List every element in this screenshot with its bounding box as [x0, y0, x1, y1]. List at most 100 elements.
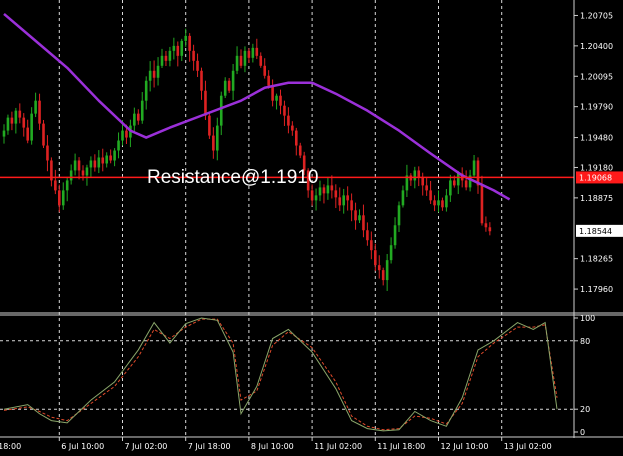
candle-body [330, 185, 334, 191]
candle-body [271, 85, 274, 101]
y-tick-label: 1.18875 [580, 194, 613, 203]
candle-body [6, 117, 10, 131]
candle-body [334, 190, 338, 198]
candle-body [421, 177, 424, 186]
candle-body [54, 180, 57, 191]
candle-body [401, 190, 405, 206]
candle-body [113, 150, 116, 161]
x-tick-label: 7 Jul 18:00 [188, 442, 231, 451]
candle-body [370, 240, 373, 251]
candle-body [350, 200, 353, 211]
candle-body [61, 190, 65, 206]
candle-body [10, 117, 14, 124]
x-tick-label: 11 Jul 18:00 [377, 442, 425, 451]
y-tick-label: 1.20705 [580, 11, 613, 20]
candle-body [200, 70, 203, 91]
candle-body [164, 55, 168, 61]
candle-body [298, 145, 302, 156]
candle-body [168, 50, 172, 61]
candle-body [77, 160, 81, 171]
candle-body [362, 215, 365, 231]
candle-body [231, 70, 235, 91]
candle-body [397, 205, 401, 226]
candle-body [326, 185, 330, 194]
stochastic-tick-label: 0 [580, 428, 585, 437]
candle-body [137, 113, 140, 121]
candle-body [109, 155, 112, 161]
candle-body [34, 100, 37, 114]
candle-body [445, 195, 448, 208]
candle-body [156, 65, 160, 78]
y-tick-label: 1.19790 [580, 103, 613, 112]
candle-body [322, 187, 326, 194]
resistance-annotation: Resistance@1.1910 [147, 167, 318, 188]
candle-body [46, 145, 49, 161]
candle-body [425, 185, 428, 191]
candle-body [488, 227, 492, 232]
candle-body [243, 50, 247, 66]
chart-background [0, 0, 623, 456]
candle-body [441, 200, 444, 208]
candle-body [227, 80, 231, 91]
candle-body [484, 223, 488, 228]
candle-body [267, 75, 270, 86]
candle-body [216, 125, 219, 151]
candle-body [310, 190, 314, 201]
candle-body [291, 125, 294, 131]
candle-body [413, 170, 417, 181]
y-tick-label: 1.18265 [580, 255, 613, 264]
x-tick-label: 6 Jul 10:00 [61, 442, 104, 451]
candle-body [480, 185, 484, 224]
candle-body [204, 90, 207, 116]
candle-body [385, 260, 389, 281]
y-tick-label: 1.20095 [580, 72, 613, 81]
candle-body [453, 180, 456, 186]
resistance-tag-label: 1.19068 [579, 173, 612, 182]
candle-body [85, 167, 89, 176]
x-tick-label: 8 Jul 10:00 [251, 442, 294, 451]
x-tick-label: 11 Jul 02:00 [314, 442, 362, 451]
y-tick-label: 1.19480 [580, 134, 613, 143]
candle-body [22, 117, 26, 128]
candle-body [42, 123, 45, 146]
candle-body [30, 113, 33, 141]
candle-body [18, 110, 22, 118]
current-price-label: 1.18544 [579, 227, 612, 236]
candle-body [219, 95, 223, 126]
candle-body [318, 187, 322, 196]
candle-body [295, 130, 298, 146]
candle-body [239, 55, 243, 66]
candle-body [449, 180, 452, 196]
candle-body [2, 130, 6, 137]
candle-body [140, 100, 144, 121]
price-chart: 1.19068 Resistance@1.1910 10080200 18:00… [0, 0, 623, 456]
candle-body [89, 160, 93, 168]
candle-body [152, 70, 156, 78]
candle-body [366, 230, 369, 241]
candle-body [26, 127, 29, 141]
candle-body [377, 265, 381, 271]
candle-body [81, 170, 85, 176]
candle-body [283, 105, 286, 116]
stochastic-tick-label: 80 [580, 337, 590, 346]
candle-body [101, 157, 105, 164]
candle-body [105, 155, 108, 164]
x-tick-label: 13 Jul 02:00 [504, 442, 552, 451]
candle-body [381, 270, 385, 281]
candle-body [279, 95, 282, 106]
candle-body [251, 47, 255, 58]
candle-body [223, 80, 227, 96]
candle-body [393, 225, 397, 246]
x-tick-label: 12 Jul 10:00 [441, 442, 489, 451]
candle-body [196, 60, 199, 71]
candle-body [133, 113, 136, 126]
candle-body [287, 115, 290, 126]
candle-body [212, 135, 215, 151]
candle-body [121, 130, 124, 141]
candle-body [472, 160, 476, 176]
candle-body [160, 55, 164, 66]
candle-body [144, 80, 148, 101]
candle-body [73, 160, 77, 171]
candle-body [97, 157, 101, 168]
x-tick-label: 18:00 [0, 442, 21, 451]
